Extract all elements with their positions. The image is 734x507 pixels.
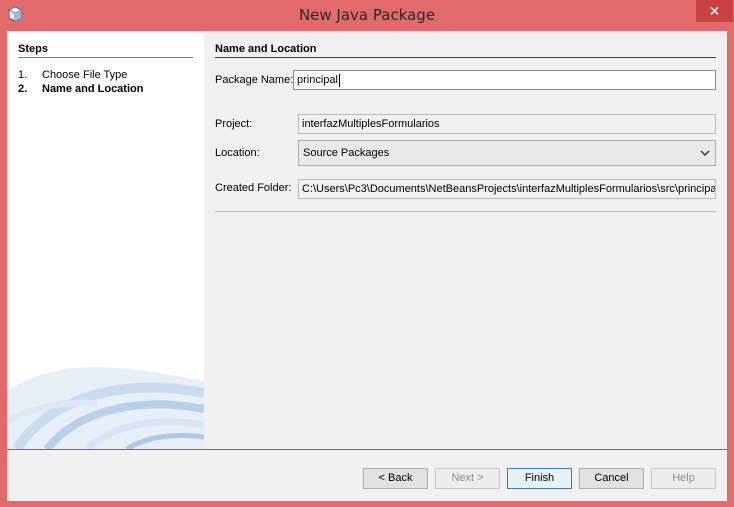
text-caret — [338, 73, 340, 87]
cancel-button[interactable]: Cancel — [579, 468, 644, 489]
window-title: New Java Package — [298, 6, 436, 24]
step-number: 2. — [18, 83, 28, 95]
step-label: Name and Location — [42, 83, 144, 95]
finish-button[interactable]: Finish — [507, 468, 572, 489]
next-button[interactable]: Next > — [435, 468, 500, 489]
title-bar[interactable]: New Java Package ✕ — [0, 0, 734, 31]
button-bar: < Back Next > Finish Cancel Help — [7, 449, 727, 501]
section-title: Name and Location — [215, 43, 317, 55]
help-button[interactable]: Help — [651, 468, 716, 489]
package-name-value: principal — [297, 74, 338, 86]
step-name-and-location: 2. Name and Location — [18, 83, 143, 95]
step-label: Choose File Type — [42, 69, 128, 81]
project-field[interactable]: interfazMultiplesFormularios — [298, 114, 716, 134]
back-button[interactable]: < Back — [363, 468, 428, 489]
chevron-down-icon — [700, 150, 710, 156]
steps-title: Steps — [18, 43, 48, 55]
step-number: 1. — [18, 69, 28, 81]
created-folder-value: C:\Users\Pc3\Documents\NetBeansProjects\… — [302, 183, 716, 195]
decorative-swoosh-graphic — [7, 367, 204, 449]
section-divider — [215, 57, 716, 58]
location-value: Source Packages — [303, 147, 390, 159]
project-label: Project: — [215, 118, 253, 130]
created-folder-field[interactable]: C:\Users\Pc3\Documents\NetBeansProjects\… — [298, 179, 716, 199]
project-value: interfazMultiplesFormularios — [302, 118, 440, 130]
close-icon: ✕ — [708, 3, 721, 19]
form-divider — [215, 211, 716, 212]
package-name-input[interactable]: principal — [293, 70, 716, 90]
package-name-label: Package Name: — [215, 74, 294, 86]
close-button[interactable]: ✕ — [696, 0, 733, 22]
step-choose-file-type: 1. Choose File Type — [18, 69, 127, 81]
dialog-client: Steps 1. Choose File Type 2. Name and Loca… — [7, 31, 727, 501]
created-folder-label: Created Folder: — [215, 182, 292, 194]
steps-pane: Steps 1. Choose File Type 2. Name and Loca… — [7, 31, 204, 449]
location-select[interactable]: Source Packages — [298, 140, 716, 166]
steps-divider — [18, 57, 193, 58]
dialog-window: New Java Package ✕ Steps 1. Choose File T… — [0, 0, 734, 507]
location-label: Location: — [215, 147, 260, 159]
form-pane: Name and Location Package Name: principa… — [204, 31, 727, 449]
